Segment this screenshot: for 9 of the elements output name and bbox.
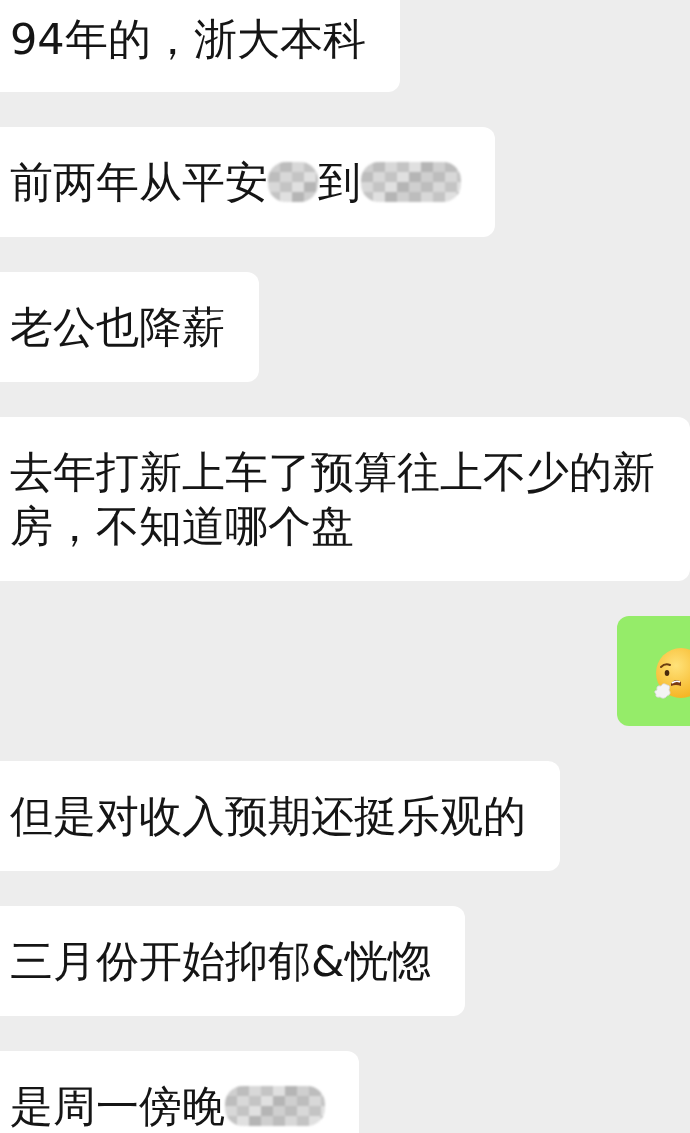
message-text: 是周一傍晚: [10, 1080, 225, 1133]
exhaling-face-icon: [652, 646, 690, 702]
message-text: 但是对收入预期还挺乐观的: [10, 790, 526, 843]
message-text: 老公也降薪: [10, 301, 225, 354]
message-text: 94年的，浙大本科: [10, 13, 366, 66]
message-text: 前两年从平安: [10, 156, 268, 209]
message-text: 到: [318, 156, 361, 209]
message-text: 三月份开始抑郁&恍惚: [10, 935, 431, 988]
message-text: 去年打新上车了预算往上不少的新房，不知道哪个盘: [10, 446, 656, 553]
